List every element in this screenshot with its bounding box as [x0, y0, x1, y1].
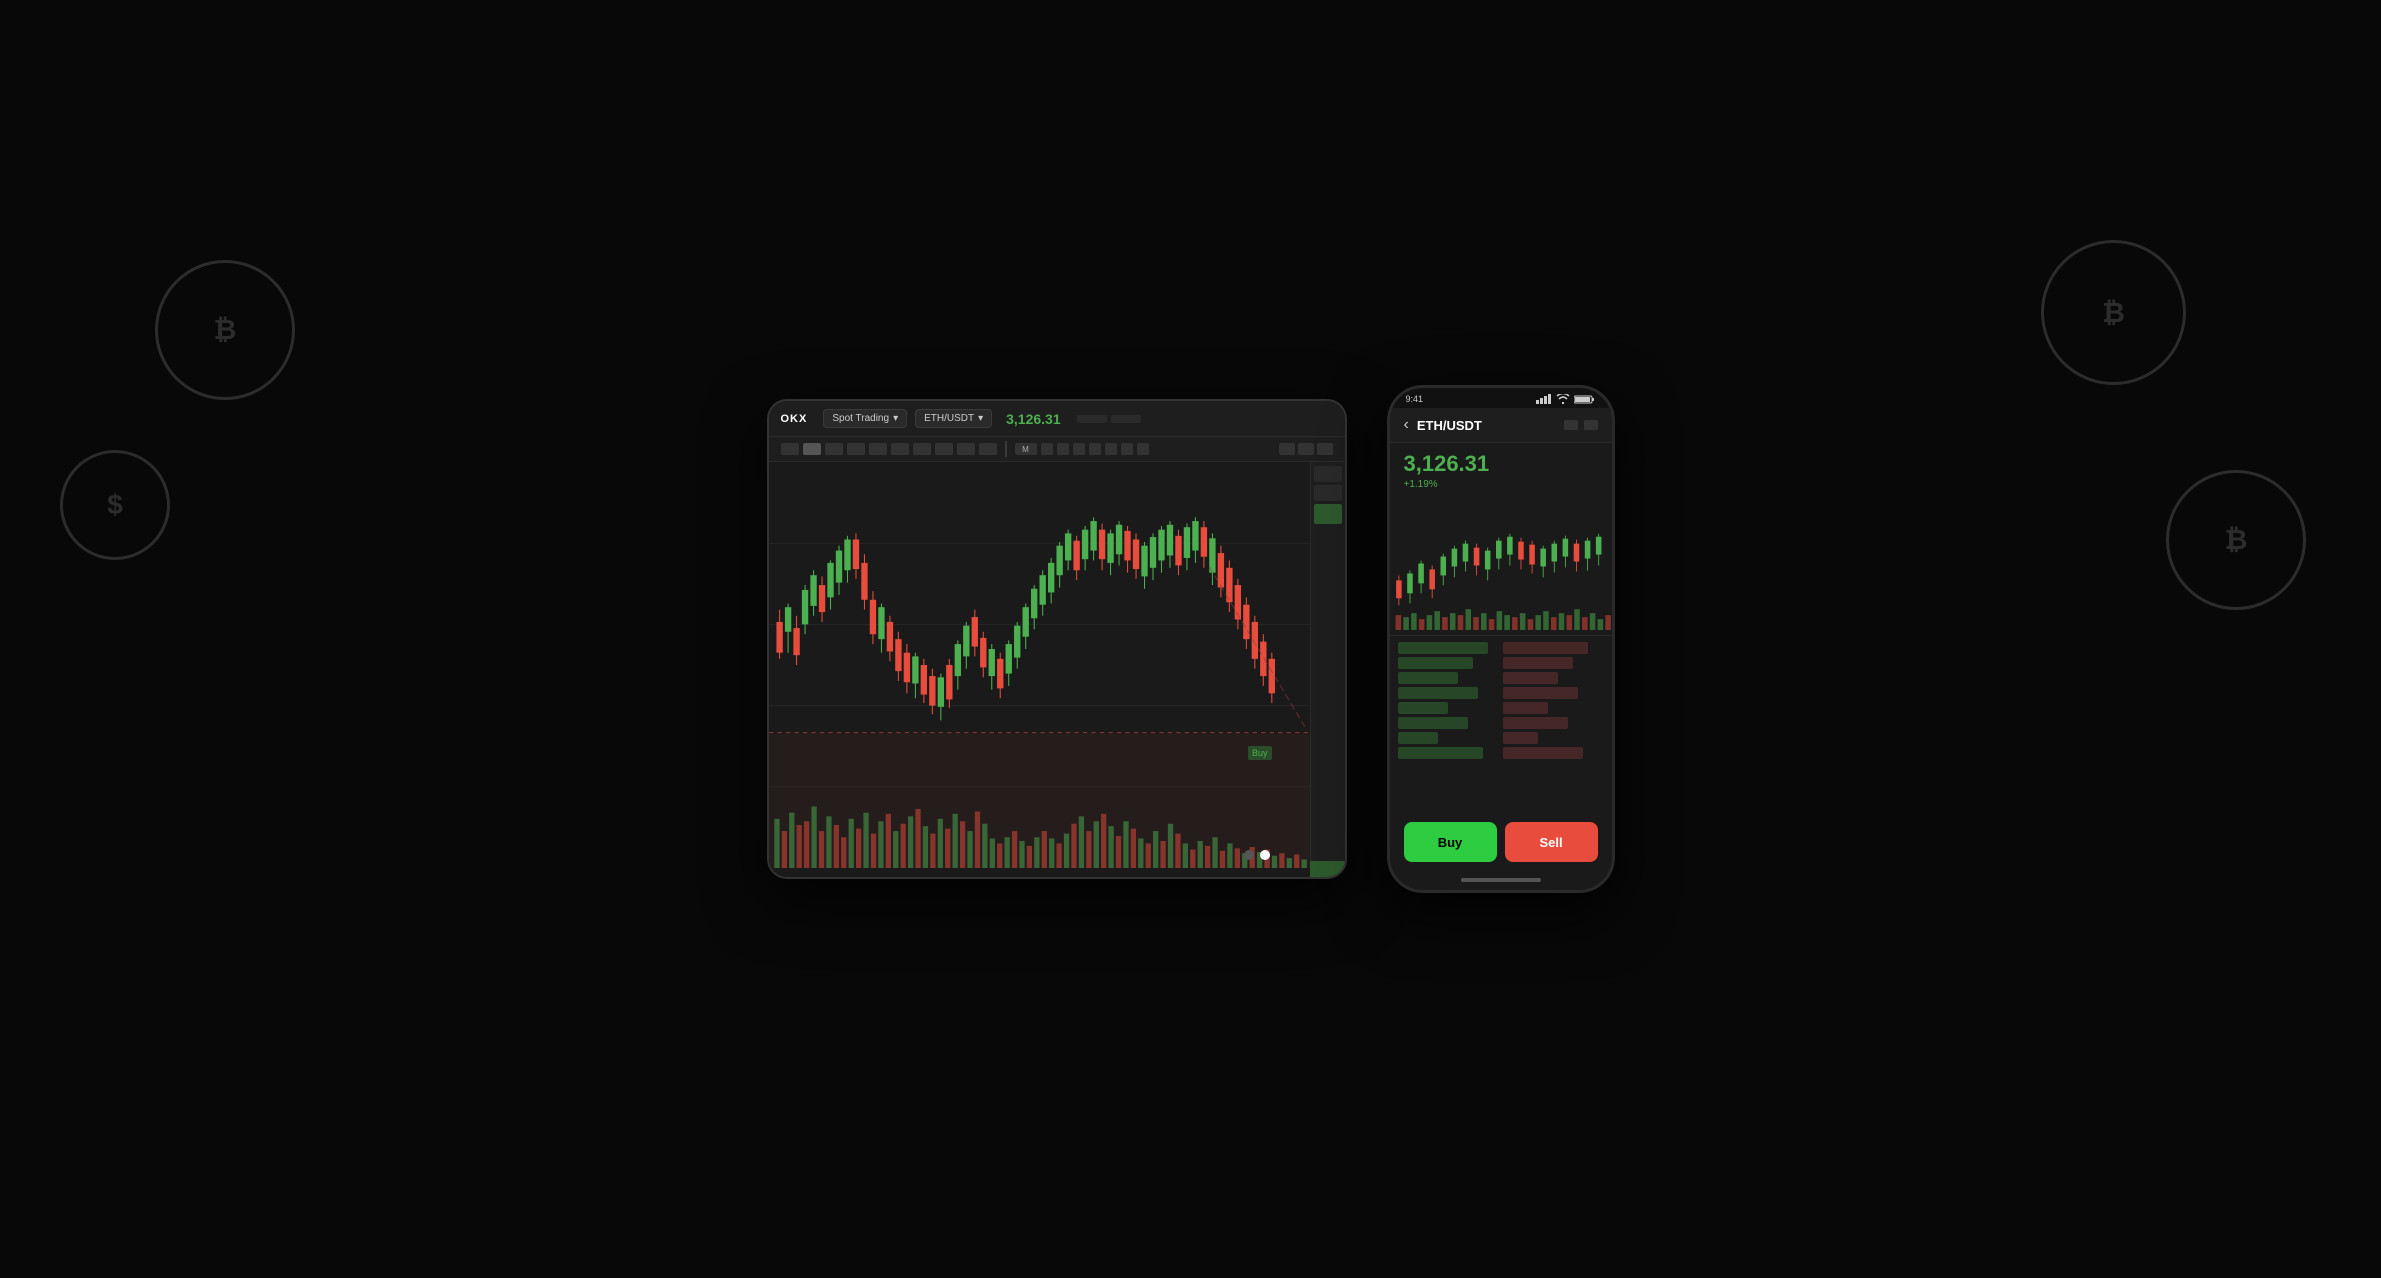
dropdown-chevron-icon: ▾: [893, 413, 898, 424]
toolbar-icon-7[interactable]: [1137, 443, 1149, 455]
phone-price-area: 3,126.31 +1.19%: [1390, 443, 1612, 496]
toolbar-btn-4[interactable]: [847, 443, 865, 455]
stat-bar-1: [1077, 415, 1107, 423]
toolbar-right-3[interactable]: [1317, 443, 1333, 455]
orderbook-sell-side: [1503, 642, 1604, 760]
toolbar-label-m[interactable]: M: [1015, 443, 1037, 455]
toolbar-right-2[interactable]: [1298, 443, 1314, 455]
pair-chevron-icon: ▾: [978, 413, 983, 424]
ob-sell-row-2: [1503, 657, 1574, 669]
ob-sell-row-7: [1503, 732, 1538, 744]
tablet-chart-main: Buy: [769, 462, 1310, 868]
tablet-pagination: [1244, 850, 1270, 860]
phone-action-buttons: Buy Sell: [1390, 822, 1612, 862]
toolbar-btn-2[interactable]: [803, 443, 821, 455]
logo-text: OKX: [781, 413, 808, 425]
phone-price: 3,126.31: [1404, 451, 1598, 477]
pagination-dot-1[interactable]: [1244, 850, 1254, 860]
spot-trading-dropdown[interactable]: Spot Trading ▾: [823, 409, 907, 428]
ob-buy-row-6: [1398, 717, 1469, 729]
pagination-dot-2[interactable]: [1260, 850, 1270, 860]
tablet-bottom-bar[interactable]: [1310, 861, 1345, 877]
sidebar-btn-chart[interactable]: [1314, 466, 1342, 482]
toolbar-icon-4[interactable]: [1089, 443, 1101, 455]
ob-buy-row-8: [1398, 747, 1484, 759]
buy-button[interactable]: Buy: [1404, 822, 1497, 862]
sell-button[interactable]: Sell: [1505, 822, 1598, 862]
ob-buy-row-3: [1398, 672, 1459, 684]
tablet-toolbar: M: [769, 437, 1345, 462]
toolbar-btn-9[interactable]: [957, 443, 975, 455]
ob-sell-row-3: [1503, 672, 1559, 684]
toolbar-icon-3[interactable]: [1073, 443, 1085, 455]
sidebar-btn-buy[interactable]: [1314, 504, 1342, 524]
toolbar-btn-5[interactable]: [869, 443, 887, 455]
phone-candlestick-chart: [1390, 496, 1612, 635]
phone-header-icon-1[interactable]: [1564, 420, 1578, 430]
pair-dropdown[interactable]: ETH/USDT ▾: [915, 409, 992, 428]
ob-sell-row-4: [1503, 687, 1579, 699]
tablet-header: OKX Spot Trading ▾ ETH/USDT ▾ 3,126.31: [769, 401, 1345, 437]
coin-dollar-bottom-left: $: [60, 450, 170, 560]
toolbar-icon-5[interactable]: [1105, 443, 1117, 455]
toolbar-btn-1[interactable]: [781, 443, 799, 455]
orderbook-buy-side: [1398, 642, 1499, 760]
coin-btc-top-right: ₿: [2041, 240, 2186, 385]
wifi-icon: [1556, 394, 1570, 404]
buy-label: Buy: [1248, 746, 1272, 760]
ob-buy-row-5: [1398, 702, 1449, 714]
ob-sell-row-5: [1503, 702, 1548, 714]
sidebar-btn-depth[interactable]: [1314, 485, 1342, 501]
toolbar-icon-2[interactable]: [1057, 443, 1069, 455]
phone-pair-label: ETH/USDT: [1417, 418, 1482, 433]
ob-buy-row-4: [1398, 687, 1479, 699]
main-scene: OKX Spot Trading ▾ ETH/USDT ▾ 3,126.31: [767, 385, 1615, 893]
phone-time: 9:41: [1406, 394, 1424, 404]
toolbar-right-1[interactable]: [1279, 443, 1295, 455]
toolbar-btn-3[interactable]: [825, 443, 843, 455]
okx-logo: OKX: [781, 413, 808, 425]
phone-device: 9:41: [1387, 385, 1615, 893]
ob-sell-row-8: [1503, 747, 1584, 759]
phone-chart: [1390, 496, 1612, 636]
phone-status-icons: [1536, 394, 1596, 404]
chart-sidebar: [1310, 462, 1345, 868]
coin-btc-bottom-right: ₿: [2166, 470, 2306, 610]
toolbar-icon-6[interactable]: [1121, 443, 1133, 455]
ob-sell-row-6: [1503, 717, 1569, 729]
tablet-candlestick-chart: [769, 462, 1310, 868]
ob-buy-row-7: [1398, 732, 1438, 744]
coin-btc-top-left: ₿: [155, 260, 295, 400]
toolbar-btn-7[interactable]: [913, 443, 931, 455]
phone-change: +1.19%: [1404, 479, 1598, 490]
ob-sell-row-1: [1503, 642, 1589, 654]
stat-bar-2: [1111, 415, 1141, 423]
phone-status-bar: 9:41: [1390, 388, 1612, 408]
spot-trading-label: Spot Trading: [832, 413, 889, 424]
phone-home-indicator: [1461, 878, 1541, 882]
toolbar-btn-6[interactable]: [891, 443, 909, 455]
phone-header-icon-2[interactable]: [1584, 420, 1598, 430]
toolbar-btn-8[interactable]: [935, 443, 953, 455]
signal-icon: [1536, 394, 1552, 404]
back-button[interactable]: ‹: [1404, 416, 1409, 434]
tablet-chart-area: Buy: [769, 462, 1345, 868]
phone-header: ‹ ETH/USDT: [1390, 408, 1612, 443]
ob-buy-row-1: [1398, 642, 1489, 654]
toolbar-btn-10[interactable]: [979, 443, 997, 455]
toolbar-icon-1[interactable]: [1041, 443, 1053, 455]
tablet-price: 3,126.31: [1006, 411, 1061, 427]
ob-buy-row-2: [1398, 657, 1474, 669]
toolbar-divider: [1005, 441, 1007, 457]
pair-label: ETH/USDT: [924, 413, 974, 424]
battery-icon: [1574, 394, 1596, 404]
phone-orderbook: [1390, 636, 1612, 766]
tablet-device: OKX Spot Trading ▾ ETH/USDT ▾ 3,126.31: [767, 399, 1347, 879]
